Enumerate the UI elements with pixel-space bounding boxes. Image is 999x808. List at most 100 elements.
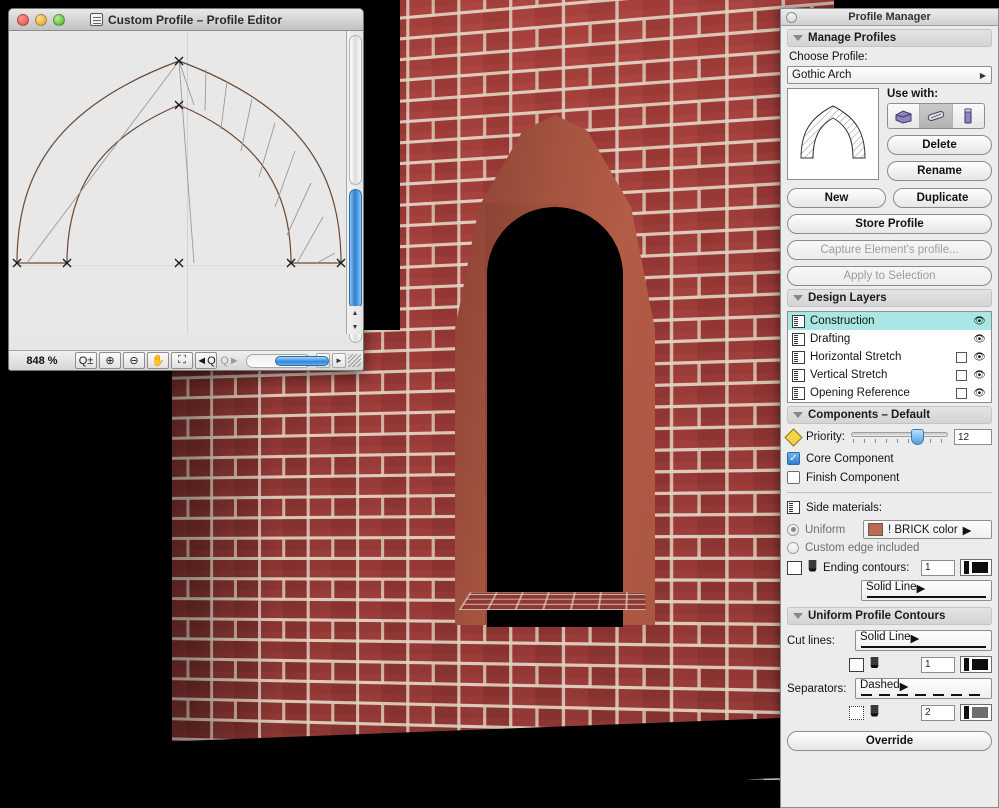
- zoom-plusminus-icon[interactable]: Q±: [75, 352, 97, 369]
- layer-row-vertical-stretch[interactable]: Vertical Stretch 👁: [788, 366, 991, 384]
- section-components-default[interactable]: Components – Default: [787, 406, 992, 424]
- design-layers-list[interactable]: Construction 👁 Drafting 👁 Horizontal Str…: [787, 311, 992, 403]
- window-sill: [458, 592, 646, 611]
- disclosure-triangle-icon[interactable]: [793, 412, 803, 418]
- uniform-radio[interactable]: [787, 523, 799, 536]
- separators-row[interactable]: Separators: Dashed ▶: [787, 678, 992, 699]
- vertical-scroll-track-upper[interactable]: [349, 35, 362, 185]
- zoom-previous-icon[interactable]: ◄Q: [195, 352, 217, 369]
- custom-edge-radio[interactable]: [787, 542, 799, 554]
- disclosure-triangle-icon[interactable]: [793, 35, 803, 41]
- disclosure-triangle-icon[interactable]: [793, 295, 803, 301]
- layer-checkbox[interactable]: [956, 387, 967, 399]
- cut-lines-pen-field[interactable]: 1: [921, 656, 955, 673]
- material-dropdown[interactable]: ! BRICK color ▶: [863, 520, 992, 539]
- custom-edge-row[interactable]: Custom edge included: [787, 542, 992, 554]
- delete-button[interactable]: Delete: [887, 135, 992, 155]
- contour-icon[interactable]: [849, 705, 864, 720]
- separators-pen-swatch[interactable]: [960, 704, 992, 721]
- zoom-level-display[interactable]: 848 %: [11, 355, 73, 367]
- slider-thumb[interactable]: [911, 429, 925, 445]
- uniform-material-row[interactable]: Uniform ! BRICK color ▶: [787, 520, 992, 539]
- section-design-layers[interactable]: Design Layers: [787, 289, 992, 307]
- new-profile-button[interactable]: New: [787, 188, 886, 208]
- layer-checkbox[interactable]: [956, 351, 967, 363]
- scroll-down-icon[interactable]: ▼: [352, 324, 359, 331]
- visibility-eye-icon[interactable]: 👁: [972, 334, 987, 345]
- visibility-eye-icon[interactable]: 👁: [972, 352, 987, 363]
- vertical-scroll-arrows[interactable]: ▲ ▼: [346, 306, 363, 334]
- separators-pen-row[interactable]: 2: [849, 704, 992, 721]
- choose-profile-label: Choose Profile:: [789, 51, 868, 63]
- scroll-up-icon[interactable]: ▲: [352, 310, 359, 317]
- canvas-horizontal-scrollbar[interactable]: [246, 353, 329, 368]
- priority-marker-icon: [784, 427, 803, 447]
- finish-component-row[interactable]: Finish Component: [787, 468, 992, 487]
- beam-icon[interactable]: [920, 104, 953, 128]
- window-title-area: Custom Profile – Profile Editor: [9, 13, 363, 27]
- profile-manager-palette[interactable]: Profile Manager Manage Profiles Choose P…: [780, 8, 999, 808]
- store-profile-button[interactable]: Store Profile: [787, 214, 992, 234]
- layer-row-drafting[interactable]: Drafting 👁: [788, 330, 991, 348]
- layer-row-opening-reference[interactable]: Opening Reference 👁: [788, 384, 991, 402]
- pan-hand-icon[interactable]: ✋: [147, 352, 169, 369]
- finish-component-label: Finish Component: [806, 471, 900, 484]
- finish-component-checkbox[interactable]: [787, 471, 800, 484]
- palette-close-icon[interactable]: [786, 11, 797, 23]
- visibility-eye-icon[interactable]: 👁: [972, 388, 987, 399]
- layer-row-horizontal-stretch[interactable]: Horizontal Stretch 👁: [788, 348, 991, 366]
- disclosure-triangle-icon[interactable]: [793, 613, 803, 619]
- zoom-in-icon[interactable]: ⊕: [99, 352, 121, 369]
- profile-drawing-canvas[interactable]: [9, 31, 346, 334]
- override-button[interactable]: Override: [787, 731, 992, 751]
- contour-icon[interactable]: [849, 657, 864, 672]
- priority-row[interactable]: Priority: 12: [784, 427, 992, 447]
- zoom-next-icon[interactable]: Q►: [219, 352, 241, 369]
- chevron-right-icon: ▶: [916, 583, 926, 595]
- section-uniform-profile-contours[interactable]: Uniform Profile Contours: [787, 607, 992, 625]
- dashed-line-preview: [861, 694, 986, 696]
- vertical-scroll-thumb[interactable]: [349, 189, 362, 309]
- profile-editor-titlebar[interactable]: Custom Profile – Profile Editor: [9, 9, 363, 31]
- slider-track: [850, 432, 948, 437]
- profile-select-dropdown[interactable]: Gothic Arch ▶: [787, 66, 992, 84]
- zoom-out-icon[interactable]: ⊖: [123, 352, 145, 369]
- core-component-row[interactable]: ✓ Core Component: [787, 449, 992, 468]
- layer-row-construction[interactable]: Construction 👁: [788, 312, 991, 330]
- priority-slider[interactable]: [850, 429, 948, 445]
- canvas-vertical-scrollbar[interactable]: [346, 31, 363, 343]
- profile-canvas-area[interactable]: ▲ ▼: [9, 31, 363, 351]
- horizontal-scroll-thumb[interactable]: [274, 355, 329, 366]
- priority-value-field[interactable]: 12: [954, 429, 992, 445]
- use-with-toggle-group[interactable]: [887, 103, 985, 129]
- resize-grip[interactable]: [348, 354, 361, 367]
- duplicate-profile-button[interactable]: Duplicate: [893, 188, 992, 208]
- ending-contours-linetype-dropdown[interactable]: Solid Line ▶: [861, 580, 992, 601]
- separators-pen-field[interactable]: 2: [921, 704, 955, 721]
- separators-linetype-value: Dashed: [860, 679, 900, 691]
- gothic-arch-profile-drawing[interactable]: [9, 31, 346, 334]
- core-component-checkbox[interactable]: ✓: [787, 452, 800, 465]
- cut-lines-row[interactable]: Cut lines: Solid Line ▶: [787, 630, 992, 651]
- profile-manager-titlebar[interactable]: Profile Manager: [781, 9, 998, 26]
- cut-lines-pen-swatch[interactable]: [960, 656, 992, 673]
- ending-contours-row[interactable]: Ending contours: 1: [787, 559, 992, 576]
- layer-horizontal-stretch-icon: [792, 350, 805, 364]
- ending-contours-pen-field[interactable]: 1: [921, 559, 955, 576]
- profile-editor-window[interactable]: Custom Profile – Profile Editor ▲ ▼ 848 …: [8, 8, 364, 371]
- visibility-eye-icon[interactable]: 👁: [972, 316, 987, 327]
- zoom-fit-icon[interactable]: ⛶: [171, 352, 193, 369]
- profile-editor-statusbar[interactable]: 848 % Q± ⊕ ⊖ ✋ ⛶ ◄Q Q► ◄ ►: [9, 350, 363, 370]
- selected-profile-value: Gothic Arch: [792, 69, 852, 81]
- scroll-right-icon[interactable]: ►: [332, 353, 346, 368]
- visibility-eye-icon[interactable]: 👁: [972, 370, 987, 381]
- separators-linetype-dropdown[interactable]: Dashed ▶: [855, 678, 992, 699]
- cut-lines-linetype-dropdown[interactable]: Solid Line ▶: [855, 630, 992, 651]
- cut-lines-pen-row[interactable]: 1: [849, 656, 992, 673]
- column-icon[interactable]: [952, 104, 984, 128]
- wall-icon[interactable]: [888, 104, 921, 128]
- section-manage-profiles[interactable]: Manage Profiles: [787, 29, 992, 47]
- layer-checkbox[interactable]: [956, 369, 967, 381]
- rename-button[interactable]: Rename: [887, 161, 992, 181]
- ending-contours-pen-swatch[interactable]: [960, 559, 992, 576]
